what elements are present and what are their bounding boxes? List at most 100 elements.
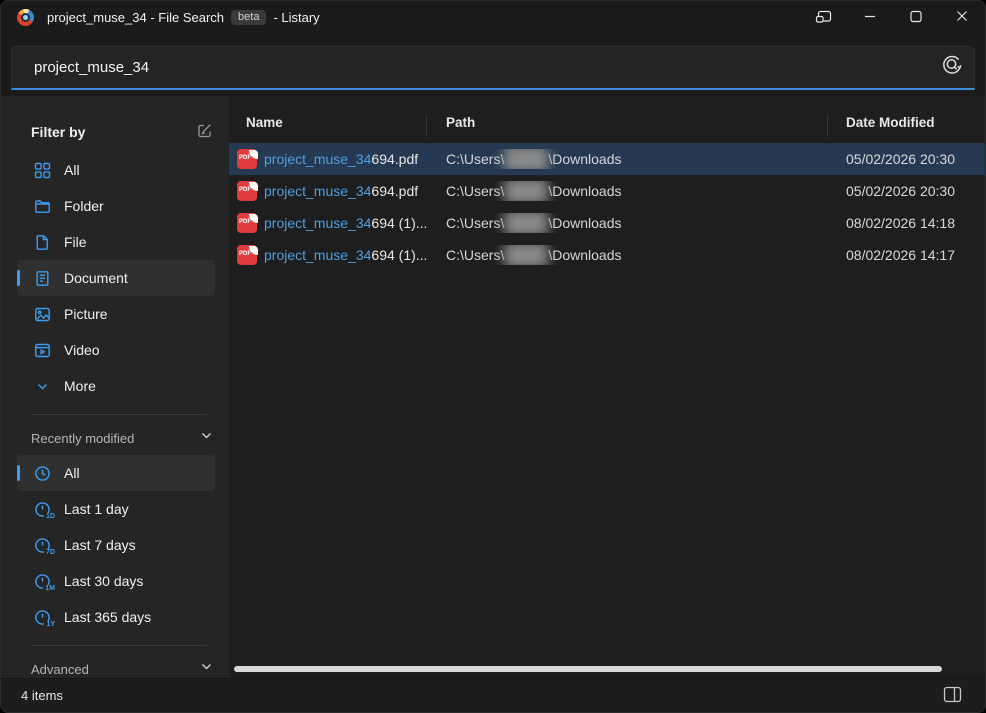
date-cell: 05/02/2026 20:30 bbox=[827, 151, 985, 167]
table-row[interactable]: project_muse_34694 (1).... C:\Users\ \Dow… bbox=[229, 207, 985, 239]
recently-modified-heading: Recently modified bbox=[31, 431, 134, 446]
search-box bbox=[11, 46, 975, 90]
results-pane: Name Path Date Modified project_muse_346… bbox=[229, 96, 985, 678]
close-button[interactable] bbox=[939, 1, 985, 34]
sidebar-item-label: Video bbox=[64, 342, 100, 358]
items-count: 4 items bbox=[21, 688, 63, 703]
path-suffix: \Downloads bbox=[548, 215, 621, 231]
path-prefix: C:\Users\ bbox=[446, 215, 504, 231]
search-input[interactable] bbox=[12, 59, 930, 76]
name-cell: project_muse_34694.pdf bbox=[229, 149, 426, 169]
filter-by-heading: Filter by bbox=[31, 124, 85, 140]
file-name-rest: 694 (1).... bbox=[371, 215, 426, 231]
sidebar-item-all[interactable]: All bbox=[17, 152, 215, 188]
table-row[interactable]: project_muse_34694.pdf C:\Users\\Downloa… bbox=[229, 143, 985, 175]
file-name: project_muse_34694 (1).... bbox=[264, 215, 426, 231]
sidebar-item-label: Last 365 days bbox=[64, 609, 151, 625]
chevron-down-icon bbox=[200, 660, 213, 678]
clock-7d-icon: 7D bbox=[33, 536, 51, 554]
column-header-path[interactable]: Path bbox=[426, 102, 827, 143]
table-row[interactable]: project_muse_34694.pdf C:\Users\ \Downloa… bbox=[229, 175, 985, 207]
filter-sidebar: Filter by All bbox=[1, 96, 229, 678]
sidebar-item-last-1-day[interactable]: 1D Last 1 day bbox=[17, 491, 215, 527]
document-icon bbox=[33, 269, 51, 287]
sidebar-item-recent-all[interactable]: All bbox=[17, 455, 215, 491]
compact-mode-button[interactable] bbox=[801, 1, 847, 34]
sidebar-item-label: All bbox=[64, 465, 80, 481]
grid-icon bbox=[33, 161, 51, 179]
horizontal-scrollbar[interactable] bbox=[234, 666, 942, 672]
path-cell: C:\Users\\Downloads bbox=[426, 149, 827, 169]
path-cell: C:\Users\\Downloads bbox=[426, 245, 827, 265]
sidebar-item-label: Last 1 day bbox=[64, 501, 129, 517]
search-tools-icon bbox=[940, 54, 964, 81]
column-header-name[interactable]: Name bbox=[229, 102, 426, 143]
sidebar-item-label: Last 30 days bbox=[64, 573, 143, 589]
sidebar-item-last-7-days[interactable]: 7D Last 7 days bbox=[17, 527, 215, 563]
maximize-button[interactable] bbox=[893, 1, 939, 34]
titlebar: project_muse_34 - File Search beta - Lis… bbox=[1, 1, 985, 34]
sidebar-item-last-365-days[interactable]: 1Y Last 365 days bbox=[17, 599, 215, 635]
picture-icon bbox=[33, 305, 51, 323]
folder-icon bbox=[33, 197, 51, 215]
sidebar-item-more[interactable]: More bbox=[17, 368, 215, 404]
minimize-button[interactable] bbox=[847, 1, 893, 34]
listary-file-search-window: project_muse_34 - File Search beta - Lis… bbox=[0, 0, 986, 713]
sidebar-item-label: Folder bbox=[64, 198, 104, 214]
sidebar-item-folder[interactable]: Folder bbox=[17, 188, 215, 224]
file-name-rest: 694.pdf bbox=[371, 183, 418, 199]
redacted-username bbox=[504, 149, 548, 169]
table-row[interactable]: project_muse_34694 (1).... C:\Users\\Dow… bbox=[229, 239, 985, 271]
search-area bbox=[1, 34, 985, 96]
preview-pane-toggle-button[interactable] bbox=[943, 686, 963, 706]
path-prefix: C:\Users\ bbox=[446, 183, 504, 199]
file-icon bbox=[33, 233, 51, 251]
beta-badge: beta bbox=[231, 10, 266, 25]
window-title: project_muse_34 - File Search beta - Lis… bbox=[47, 10, 320, 25]
file-name: project_muse_34694.pdf bbox=[264, 151, 418, 167]
sidebar-item-picture[interactable]: Picture bbox=[17, 296, 215, 332]
close-icon bbox=[953, 8, 971, 28]
sidebar-item-document[interactable]: Document bbox=[17, 260, 215, 296]
path-prefix: C:\Users\ bbox=[446, 247, 504, 263]
redacted-username bbox=[504, 181, 548, 201]
sidebar-divider bbox=[31, 414, 207, 415]
window-title-text: project_muse_34 - File Search bbox=[47, 10, 224, 25]
sidebar-item-label: All bbox=[64, 162, 80, 178]
clock-1m-icon: 1M bbox=[33, 572, 51, 590]
file-name: project_muse_34694.pdf bbox=[264, 183, 418, 199]
minimize-icon bbox=[861, 8, 879, 28]
matched-text: project_muse_34 bbox=[264, 151, 371, 167]
sidebar-item-video[interactable]: Video bbox=[17, 332, 215, 368]
sidebar-item-last-30-days[interactable]: 1M Last 30 days bbox=[17, 563, 215, 599]
clock-icon bbox=[33, 464, 51, 482]
clock-1d-icon: 1D bbox=[33, 500, 51, 518]
edit-filters-button[interactable] bbox=[196, 122, 213, 142]
name-cell: project_muse_34694.pdf bbox=[229, 181, 426, 201]
matched-text: project_muse_34 bbox=[264, 247, 371, 263]
pdf-file-icon bbox=[237, 149, 257, 169]
sidebar-item-label: Document bbox=[64, 270, 128, 286]
path-suffix: \Downloads bbox=[548, 183, 621, 199]
sidebar-item-file[interactable]: File bbox=[17, 224, 215, 260]
file-name-rest: 694.pdf bbox=[371, 151, 418, 167]
maximize-icon bbox=[907, 8, 925, 28]
clock-1y-icon: 1Y bbox=[33, 608, 51, 626]
column-header-date-modified[interactable]: Date Modified bbox=[827, 102, 985, 143]
sidebar-item-label: Last 7 days bbox=[64, 537, 136, 553]
chevron-down-icon bbox=[33, 377, 51, 395]
chevron-down-icon bbox=[200, 429, 213, 447]
compact-mode-icon bbox=[815, 8, 833, 28]
redacted-username bbox=[504, 245, 548, 265]
sidebar-item-label: More bbox=[64, 378, 96, 394]
recently-modified-header[interactable]: Recently modified bbox=[31, 427, 213, 449]
advanced-header[interactable]: Advanced bbox=[31, 658, 213, 678]
edit-pencil-icon bbox=[196, 122, 213, 142]
search-tools-button[interactable] bbox=[930, 47, 974, 88]
preview-pane-icon bbox=[943, 686, 963, 706]
pdf-file-icon bbox=[237, 213, 257, 233]
redacted-username bbox=[504, 213, 548, 233]
clock-badge: 1M bbox=[43, 585, 55, 593]
video-icon bbox=[33, 341, 51, 359]
matched-text: project_muse_34 bbox=[264, 215, 371, 231]
